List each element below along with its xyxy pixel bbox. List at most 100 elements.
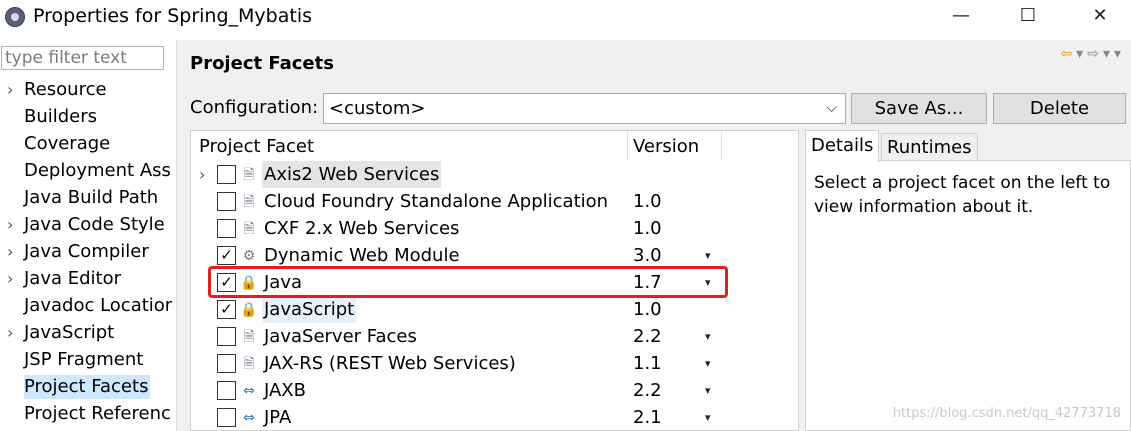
facet-checkbox[interactable] (217, 327, 236, 346)
watermark: https://blog.csdn.net/qq_42773718 (892, 406, 1121, 421)
facet-row[interactable]: › 🗎 Axis2 Web Services (191, 161, 798, 188)
facet-version[interactable]: 2.2 (633, 377, 662, 404)
facet-row[interactable]: 🗎 Cloud Foundry Standalone Application 1.0 (191, 188, 798, 215)
title-bar: Properties for Spring_Mybatis — ☐ ✕ (0, 0, 1131, 34)
version-column-header[interactable]: Version (633, 131, 699, 161)
maximize-button[interactable]: ☐ (1008, 2, 1048, 30)
version-dropdown-icon[interactable]: ▾ (705, 350, 711, 377)
tab-runtimes[interactable]: Runtimes (881, 133, 978, 161)
filter-input[interactable]: type filter text (1, 46, 164, 70)
chevron-right-icon[interactable]: › (7, 78, 13, 102)
facet-checkbox[interactable]: ✓ (217, 300, 236, 319)
facet-version[interactable]: 2.1 (633, 404, 662, 430)
facet-checkbox[interactable] (217, 381, 236, 400)
tree-item[interactable]: › JavaScript (0, 320, 176, 347)
tree-item-label: Coverage (24, 133, 111, 154)
property-page-tree: type filter text › Resource Builders Covera… (0, 40, 176, 431)
facet-row[interactable]: ⇔ JPA 2.1 ▾ (191, 404, 798, 430)
facet-name: Dynamic Web Module (264, 245, 460, 266)
facet-row[interactable]: 🗎 JavaServer Faces 2.2 ▾ (191, 323, 798, 350)
facet-version[interactable]: 1.0 (633, 215, 662, 242)
facet-name: JavaScript (262, 296, 357, 323)
facet-checkbox[interactable]: ✓ (217, 246, 236, 265)
java-row-highlight (208, 266, 728, 298)
chevron-down-icon: ⌵ (826, 100, 837, 116)
tree-item-label: Resource (24, 79, 107, 100)
facet-checkbox[interactable] (217, 219, 236, 238)
facet-checkbox[interactable] (217, 354, 236, 373)
tree-item-label: Project Referenc (24, 403, 171, 424)
version-dropdown-icon[interactable]: ▾ (705, 323, 711, 350)
view-menu-icon[interactable]: ▾ (1114, 46, 1125, 62)
history-nav: ⇦▾⇨▾▾ (1060, 46, 1125, 62)
jaxb-arrows-icon: ⇔ (243, 383, 255, 399)
tree-item-label: Java Build Path (24, 187, 159, 208)
configuration-combo[interactable]: <custom> ⌵ (323, 93, 846, 124)
facet-row[interactable]: ⇔ JAXB 2.2 ▾ (191, 377, 798, 404)
forward-menu-icon[interactable]: ▾ (1103, 46, 1114, 62)
document-icon: 🗎 (243, 167, 255, 183)
facet-name: CXF 2.x Web Services (264, 218, 460, 239)
save-as-button[interactable]: Save As... (851, 93, 987, 124)
chevron-right-icon[interactable]: › (7, 240, 13, 264)
chevron-right-icon[interactable]: › (199, 161, 205, 188)
back-menu-icon[interactable]: ▾ (1076, 46, 1087, 62)
facet-name: JAX-RS (REST Web Services) (264, 353, 516, 374)
tree-item[interactable]: › Resource (0, 77, 176, 104)
minimize-button[interactable]: — (941, 2, 981, 30)
tree-item[interactable]: Javadoc Locatior (0, 293, 176, 320)
forward-arrow-icon[interactable]: ⇨ (1087, 46, 1103, 62)
facet-name: JPA (264, 407, 292, 428)
facet-version[interactable]: 1.0 (633, 296, 662, 323)
tree-item[interactable]: Deployment Ass (0, 158, 176, 185)
jpa-arrows-icon: ⇔ (243, 410, 255, 426)
facet-name: JavaServer Faces (264, 326, 417, 347)
document-icon: 🗎 (243, 356, 255, 372)
tree-item[interactable]: › Java Compiler (0, 239, 176, 266)
details-pane: Details Runtimes Select a project facet … (805, 130, 1131, 431)
facet-column-header[interactable]: Project Facet (199, 131, 314, 161)
facet-version[interactable]: 1.1 (633, 350, 662, 377)
window-title: Properties for Spring_Mybatis (33, 5, 313, 27)
tree-item[interactable]: Coverage (0, 131, 176, 158)
chevron-right-icon[interactable]: › (7, 321, 13, 345)
tree-item[interactable]: Java Build Path (0, 185, 176, 212)
facet-row[interactable]: ✓ ⚙ Dynamic Web Module 3.0 ▾ (191, 242, 798, 269)
facet-row[interactable]: 🗎 CXF 2.x Web Services 1.0 (191, 215, 798, 242)
chevron-right-icon[interactable]: › (7, 267, 13, 291)
back-arrow-icon[interactable]: ⇦ (1060, 46, 1076, 62)
facet-checkbox[interactable] (217, 408, 236, 427)
facet-name: Cloud Foundry Standalone Application (264, 191, 609, 212)
tree-item-label: Java Code Style (24, 214, 165, 235)
facet-row[interactable]: 🗎 JAX-RS (REST Web Services) 1.1 ▾ (191, 350, 798, 377)
tree-item-label: Java Compiler (24, 241, 149, 262)
tree-item-label: Builders (24, 106, 98, 127)
tree-item[interactable]: › Java Editor (0, 266, 176, 293)
document-icon: 🗎 (243, 221, 255, 237)
tree-item[interactable]: Project Referenc (0, 401, 176, 428)
delete-button[interactable]: Delete (993, 93, 1126, 124)
facet-version[interactable]: 3.0 (633, 242, 662, 269)
version-dropdown-icon[interactable]: ▾ (705, 242, 711, 269)
version-dropdown-icon[interactable]: ▾ (705, 377, 711, 404)
tree-item-label: Project Facets (24, 375, 151, 399)
tree-item[interactable]: Project Facets (0, 374, 176, 401)
chevron-right-icon[interactable]: › (7, 213, 13, 237)
tree-item[interactable]: › Java Code Style (0, 212, 176, 239)
eclipse-app-icon (5, 7, 25, 27)
facet-checkbox[interactable] (217, 165, 236, 184)
web-module-icon: ⚙ (242, 248, 256, 264)
facet-version[interactable]: 2.2 (633, 323, 662, 350)
tree-item[interactable]: Builders (0, 104, 176, 131)
tree-item[interactable]: JSP Fragment (0, 347, 176, 374)
close-button[interactable]: ✕ (1080, 2, 1120, 30)
facet-name: JAXB (264, 380, 306, 401)
facet-checkbox[interactable] (217, 192, 236, 211)
tab-details[interactable]: Details (805, 130, 880, 162)
facet-version[interactable]: 1.0 (633, 188, 662, 215)
facet-row[interactable]: ✓ 🔒 JavaScript 1.0 (191, 296, 798, 323)
tree-item-label: Javadoc Locatior (24, 295, 173, 316)
version-dropdown-icon[interactable]: ▾ (705, 404, 711, 430)
facets-table: Project Facet Version › 🗎 Axis2 Web Servic… (190, 130, 799, 431)
tree-item-label: JavaScript (24, 322, 115, 343)
